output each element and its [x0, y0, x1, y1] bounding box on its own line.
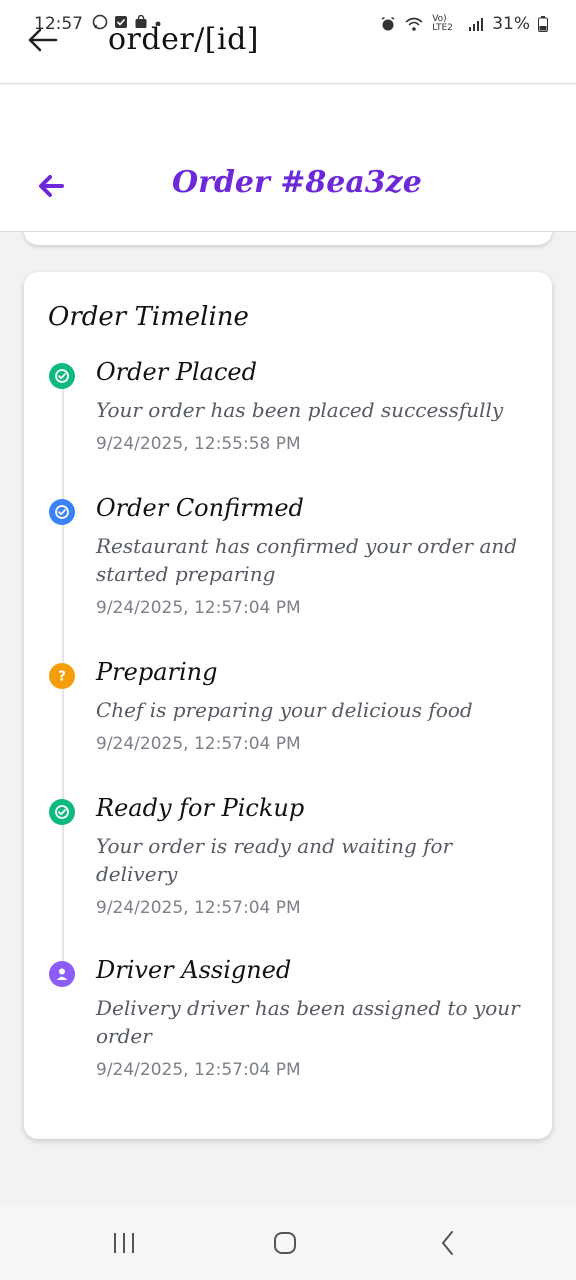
timeline-item-description: Chef is preparing your delicious food — [96, 698, 473, 722]
timeline-item-timestamp: 9/24/2025, 12:57:04 PM — [96, 598, 301, 618]
timeline-heading: Order Timeline — [48, 302, 249, 332]
system-nav-bar — [0, 1207, 576, 1280]
page-title: Order #8ea3ze — [172, 165, 422, 200]
page-header: Order #8ea3ze — [0, 85, 576, 232]
recent-apps-icon — [114, 1233, 134, 1253]
battery-icon — [538, 16, 548, 32]
check-circle-icon — [49, 499, 75, 525]
timeline-item-timestamp: 9/24/2025, 12:57:04 PM — [96, 1060, 301, 1080]
whatsapp-icon — [92, 14, 108, 30]
timeline-item-description: Your order is ready and waiting for deli… — [96, 834, 453, 886]
system-back-button[interactable] — [428, 1225, 468, 1261]
network-label: Vo) LTE2 — [432, 14, 453, 33]
order-timeline-card: Order Timeline Order Placed Your order h… — [24, 272, 552, 1139]
timeline-item-description: Your order has been placed successfully — [96, 398, 504, 422]
check-circle-icon — [49, 363, 75, 389]
chevron-left-icon — [442, 1231, 453, 1255]
browser-back-button[interactable] — [26, 26, 60, 56]
alarm-icon — [381, 16, 395, 31]
question-circle-icon: ? — [49, 663, 75, 689]
timeline-item-timestamp: 9/24/2025, 12:57:04 PM — [96, 734, 301, 754]
timeline-item-title: Ready for Pickup — [96, 794, 305, 822]
arrow-left-icon — [28, 28, 58, 52]
check-circle-icon — [49, 799, 75, 825]
svg-text:?: ? — [58, 670, 66, 685]
url-title: order/[id] — [108, 22, 260, 57]
timeline-item-timestamp: 9/24/2025, 12:55:58 PM — [96, 434, 301, 454]
home-icon — [274, 1232, 296, 1254]
timeline-item-title: Order Confirmed — [96, 494, 304, 522]
status-right: Vo) LTE2 31% — [380, 14, 548, 34]
battery-percent: 31% — [492, 14, 530, 34]
page-content[interactable]: Order #8ea3ze Order Timeline Order Place… — [0, 85, 576, 1207]
back-button[interactable] — [36, 171, 66, 201]
home-button[interactable] — [265, 1225, 305, 1261]
recent-apps-button[interactable] — [104, 1225, 144, 1261]
timeline-item-description: Delivery driver has been assigned to you… — [96, 996, 520, 1048]
timeline-item-timestamp: 9/24/2025, 12:57:04 PM — [96, 898, 301, 918]
timeline-item-title: Preparing — [96, 658, 218, 686]
status-bar: 12:57 order/[id] Vo) LTE2 31% — [0, 0, 576, 84]
signal-icon — [469, 18, 484, 31]
timeline-item-title: Order Placed — [96, 358, 257, 386]
arrow-left-icon — [39, 175, 64, 197]
timeline-item-description: Restaurant has confirmed your order and … — [96, 534, 518, 586]
person-circle-icon — [49, 961, 75, 987]
timeline-item-title: Driver Assigned — [96, 956, 292, 984]
wifi-icon — [405, 17, 423, 31]
